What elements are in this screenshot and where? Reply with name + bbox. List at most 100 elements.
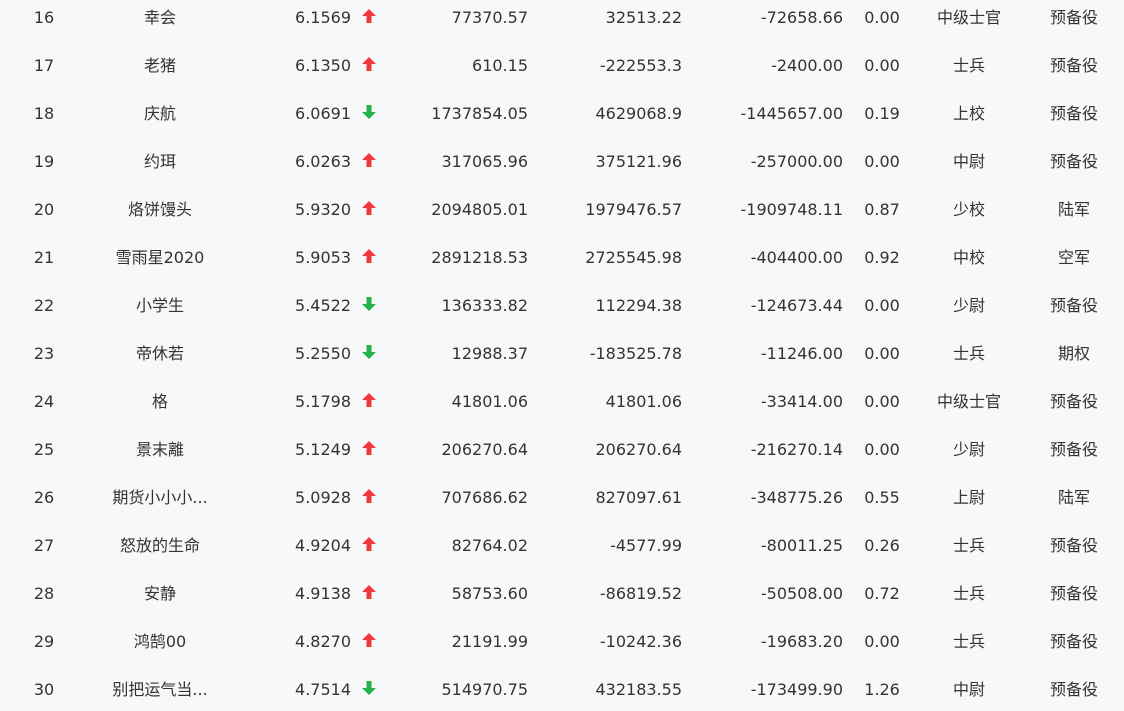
username-cell[interactable]: 雪雨星2020 [80, 240, 240, 288]
rank-cell: 28 [33, 584, 55, 603]
value1-cell: 206270.64 [441, 440, 528, 459]
username-cell[interactable]: 庆航 [80, 96, 240, 144]
table-row[interactable]: 19 约珥 6.0263 317065.96 375121.96 -257000.00 0.… [0, 144, 1124, 192]
military-rank-cell: 上校 [952, 104, 985, 123]
score-cell: 5.9320 [295, 200, 351, 219]
value3-cell: -404400.00 [750, 248, 843, 267]
branch-cell: 预备役 [1049, 8, 1098, 27]
value3-cell: -216270.14 [750, 440, 843, 459]
table-row[interactable]: 26 期货小小小... 5.0928 707686.62 827097.61 -34877… [0, 480, 1124, 528]
score-cell: 6.1569 [295, 8, 351, 27]
rank-cell: 26 [33, 488, 55, 507]
username-cell[interactable]: 安静 [80, 576, 240, 624]
branch-cell: 空军 [1057, 248, 1090, 267]
military-rank-cell: 士兵 [952, 344, 985, 363]
table-row[interactable]: 29 鸿鹄00 4.8270 21191.99 -10242.36 -19683.20 0.… [0, 624, 1124, 672]
ratio-cell: 0.72 [864, 584, 900, 603]
username-cell[interactable]: 老猪 [80, 48, 240, 96]
username-cell[interactable]: 鸿鹄00 [80, 624, 240, 672]
score-cell: 4.9204 [295, 536, 351, 555]
rank-cell: 24 [33, 392, 55, 411]
value2-cell: -222553.3 [599, 56, 682, 75]
table-row[interactable]: 23 帝休若 5.2550 12988.37 -183525.78 -11246.00 0.… [0, 336, 1124, 384]
branch-cell: 陆军 [1057, 488, 1090, 507]
branch-cell: 预备役 [1049, 440, 1098, 459]
table-row[interactable]: 22 小学生 5.4522 136333.82 112294.38 -124673.44 0… [0, 288, 1124, 336]
ratio-cell: 0.19 [864, 104, 900, 123]
score-cell: 6.0691 [295, 104, 351, 123]
username-cell[interactable]: 怒放的生命 [80, 528, 240, 576]
rank-cell: 29 [33, 632, 55, 651]
username-cell[interactable]: 格 [80, 384, 240, 432]
value3-cell: -348775.26 [750, 488, 843, 507]
branch-cell: 预备役 [1049, 536, 1098, 555]
username-cell[interactable]: 烙饼馒头 [80, 192, 240, 240]
table-row[interactable]: 24 格 5.1798 41801.06 41801.06 -33414.00 0.00 中级… [0, 384, 1124, 432]
military-rank-cell: 少尉 [952, 296, 985, 315]
table-row[interactable]: 30 别把运气当... 4.7514 514970.75 432183.55 -17349… [0, 672, 1124, 711]
value3-cell: -11246.00 [760, 344, 843, 363]
branch-cell: 预备役 [1049, 632, 1098, 651]
branch-cell: 预备役 [1049, 392, 1098, 411]
username-cell[interactable]: 期货小小小... [80, 480, 240, 528]
rank-cell: 22 [33, 296, 55, 315]
value1-cell: 2094805.01 [431, 200, 528, 219]
username-cell[interactable]: 别把运气当... [80, 672, 240, 711]
ratio-cell: 0.92 [864, 248, 900, 267]
value1-cell: 41801.06 [451, 392, 528, 411]
arrow-up-icon [360, 432, 378, 480]
arrow-up-icon [360, 576, 378, 624]
arrow-up-icon [360, 240, 378, 288]
value3-cell: -1445657.00 [740, 104, 843, 123]
username-cell[interactable]: 景末離 [80, 432, 240, 480]
branch-cell: 预备役 [1049, 680, 1098, 699]
arrow-up-icon [360, 384, 378, 432]
rank-cell: 27 [33, 536, 55, 555]
username-cell[interactable]: 幸会 [80, 0, 240, 48]
value3-cell: -124673.44 [750, 296, 843, 315]
username-cell[interactable]: 约珥 [80, 144, 240, 192]
table-row[interactable]: 21 雪雨星2020 5.9053 2891218.53 2725545.98 -4044… [0, 240, 1124, 288]
score-cell: 6.1350 [295, 56, 351, 75]
rank-cell: 19 [33, 152, 55, 171]
score-cell: 5.0928 [295, 488, 351, 507]
table-row[interactable]: 25 景末離 5.1249 206270.64 206270.64 -216270.14 0… [0, 432, 1124, 480]
branch-cell: 预备役 [1049, 104, 1098, 123]
value1-cell: 2891218.53 [431, 248, 528, 267]
value3-cell: -19683.20 [760, 632, 843, 651]
value1-cell: 77370.57 [451, 8, 528, 27]
arrow-up-icon [360, 48, 378, 96]
table-row[interactable]: 18 庆航 6.0691 1737854.05 4629068.9 -1445657.00… [0, 96, 1124, 144]
value2-cell: 112294.38 [595, 296, 682, 315]
value2-cell: 1979476.57 [585, 200, 682, 219]
score-cell: 4.9138 [295, 584, 351, 603]
ratio-cell: 0.00 [864, 8, 900, 27]
table-row[interactable]: 28 安静 4.9138 58753.60 -86819.52 -50508.00 0.72… [0, 576, 1124, 624]
rank-cell: 17 [33, 56, 55, 75]
branch-cell: 预备役 [1049, 584, 1098, 603]
value1-cell: 58753.60 [451, 584, 528, 603]
military-rank-cell: 中校 [952, 248, 985, 267]
rank-cell: 23 [33, 344, 55, 363]
value1-cell: 21191.99 [451, 632, 528, 651]
username-cell[interactable]: 小学生 [80, 288, 240, 336]
score-cell: 5.4522 [295, 296, 351, 315]
ratio-cell: 0.00 [864, 152, 900, 171]
value3-cell: -1909748.11 [740, 200, 843, 219]
table-row[interactable]: 20 烙饼馒头 5.9320 2094805.01 1979476.57 -1909748… [0, 192, 1124, 240]
military-rank-cell: 中尉 [952, 152, 985, 171]
table-row[interactable]: 27 怒放的生命 4.9204 82764.02 -4577.99 -80011.25 0.… [0, 528, 1124, 576]
value1-cell: 1737854.05 [431, 104, 528, 123]
table-row[interactable]: 16 幸会 6.1569 77370.57 32513.22 -72658.66 0.00 中… [0, 0, 1124, 48]
table-row[interactable]: 17 老猪 6.1350 610.15 -222553.3 -2400.00 0.00 士兵 预… [0, 48, 1124, 96]
value3-cell: -72658.66 [760, 8, 843, 27]
score-cell: 5.2550 [295, 344, 351, 363]
branch-cell: 期权 [1057, 344, 1090, 363]
username-cell[interactable]: 帝休若 [80, 336, 240, 384]
ratio-cell: 0.00 [864, 632, 900, 651]
military-rank-cell: 少校 [952, 200, 985, 219]
rank-cell: 16 [33, 8, 55, 27]
value2-cell: 432183.55 [595, 680, 682, 699]
rank-cell: 20 [33, 200, 55, 219]
ratio-cell: 0.26 [864, 536, 900, 555]
